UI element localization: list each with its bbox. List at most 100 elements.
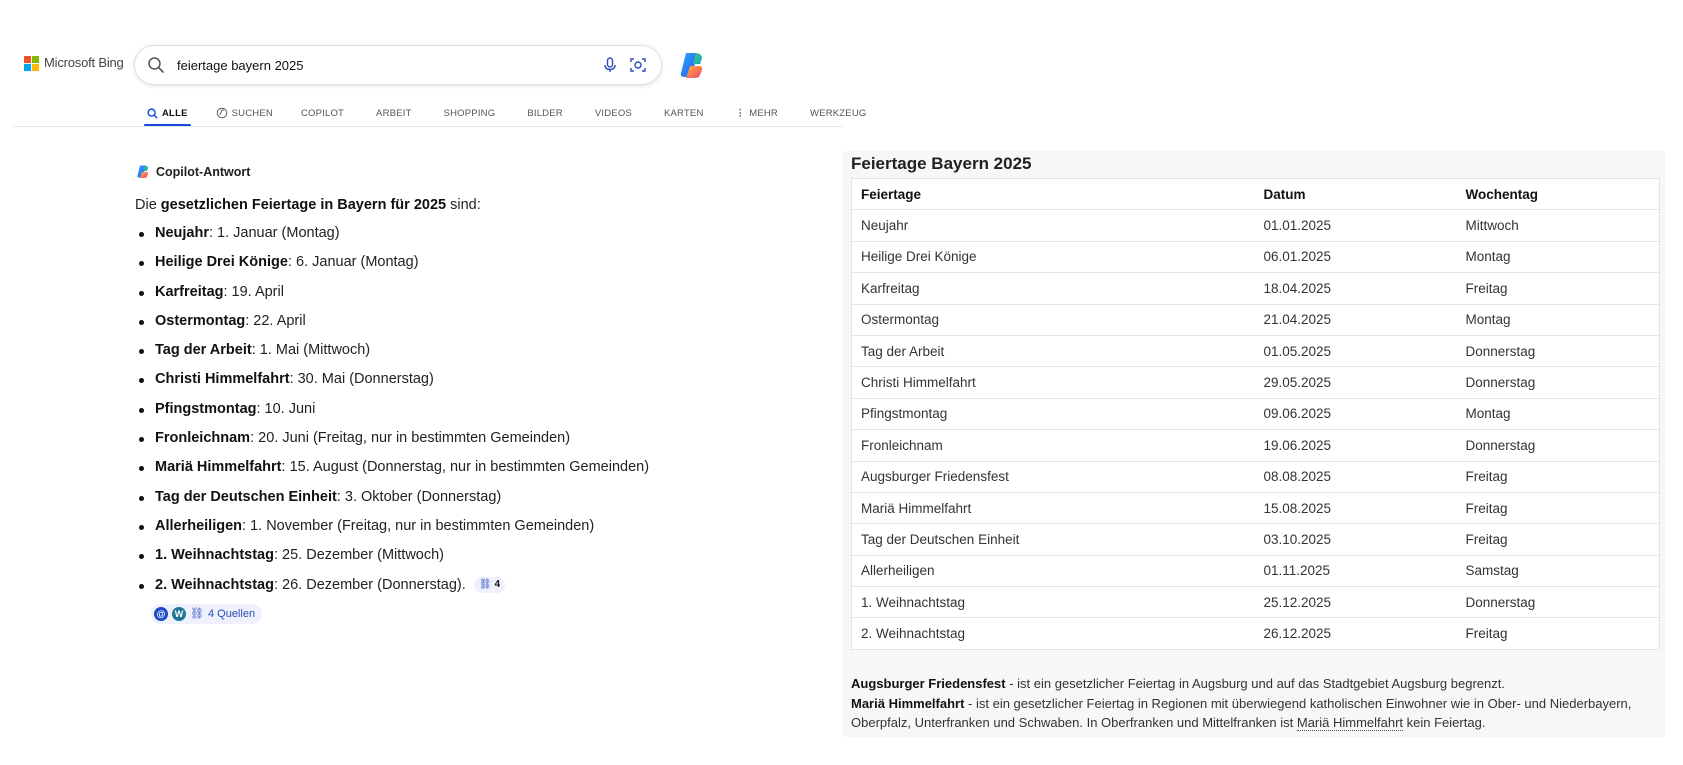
term-link[interactable]: Mariä Himmelfahrt: [1296, 715, 1404, 731]
weekday-cell: Donnerstag: [1456, 586, 1660, 618]
weekday-cell: Freitag: [1456, 617, 1660, 650]
tab-werkzeug[interactable]: WERKZEUG: [807, 100, 870, 126]
table-row: Mariä Himmelfahrt 15.08.2025 Freitag: [851, 491, 1660, 524]
panel-title: Feiertage Bayern 2025: [851, 154, 1032, 173]
column-header: Feiertage: [851, 177, 1255, 210]
search-icon[interactable]: [147, 56, 165, 79]
wordpress-icon: W: [172, 606, 186, 621]
search-box[interactable]: [134, 45, 662, 85]
table-notes: Augsburger Friedensfest - ist ein gesetz…: [851, 674, 1659, 733]
list-item: Allerheiligen: 1. November (Freitag, nur…: [135, 512, 775, 541]
date-cell: 19.06.2025: [1254, 429, 1457, 462]
holiday-name-cell: Tag der Arbeit: [851, 334, 1255, 367]
weekday-cell: Freitag: [1456, 523, 1660, 556]
table-row: Neujahr 01.01.2025 Mittwoch: [851, 209, 1660, 242]
holiday-table: Feiertage Datum Wochentag Neujahr 01.01.2…: [851, 177, 1660, 650]
holiday-name-cell: Heilige Drei Könige: [851, 240, 1255, 273]
tab-copilot[interactable]: COPILOT: [298, 100, 347, 126]
source-favicon-icon: @: [154, 606, 168, 621]
header-divider: [14, 126, 842, 127]
date-cell: 29.05.2025: [1254, 366, 1457, 399]
weekday-cell: Freitag: [1456, 272, 1660, 305]
holiday-name-cell: Karfreitag: [851, 272, 1255, 305]
date-cell: 01.01.2025: [1254, 209, 1457, 242]
table-row: Ostermontag 21.04.2025 Montag: [851, 303, 1660, 336]
tab-karten[interactable]: KARTEN: [661, 100, 707, 126]
table-row: Heilige Drei Könige 06.01.2025 Montag: [851, 240, 1660, 273]
date-cell: 09.06.2025: [1254, 397, 1457, 430]
table-row: Allerheiligen 01.11.2025 Samstag: [851, 554, 1660, 587]
table-row: Christi Himmelfahrt 29.05.2025 Donnerstag: [851, 366, 1660, 399]
tab-mehr[interactable]: ⋮ MEHR: [733, 100, 781, 126]
list-item: Christi Himmelfahrt: 30. Mai (Donnerstag…: [135, 365, 775, 394]
microphone-icon[interactable]: [601, 56, 619, 79]
list-item: Mariä Himmelfahrt: 15. August (Donnersta…: [135, 453, 775, 482]
citation-badge[interactable]: ⛓ 4: [473, 576, 506, 593]
date-cell: 08.08.2025: [1254, 460, 1457, 493]
holiday-list: Neujahr: 1. Januar (Montag) Heilige Drei…: [135, 219, 775, 600]
date-cell: 25.12.2025: [1254, 586, 1457, 618]
list-item: Fronleichnam: 20. Juni (Freitag, nur in …: [135, 424, 775, 453]
tab-alle[interactable]: ALLE: [144, 100, 191, 127]
list-item: Tag der Deutschen Einheit: 3. Oktober (D…: [135, 483, 775, 512]
weekday-cell: Montag: [1456, 303, 1660, 336]
holiday-name-cell: Ostermontag: [851, 303, 1255, 336]
date-cell: 15.08.2025: [1254, 491, 1457, 524]
search-tabs: ALLE SUCHEN COPILOT ARBEIT SHOPPING BILD…: [144, 100, 870, 127]
more-vertical-icon: ⋮: [735, 107, 746, 119]
date-cell: 01.05.2025: [1254, 334, 1457, 367]
tab-videos[interactable]: VIDEOS: [592, 100, 635, 126]
weekday-cell: Donnerstag: [1456, 334, 1660, 367]
tab-shopping[interactable]: SHOPPING: [441, 100, 499, 126]
weekday-cell: Mittwoch: [1456, 209, 1660, 242]
list-item: 2. Weihnachtstag: 26. Dezember (Donnerst…: [135, 571, 775, 600]
weekday-cell: Montag: [1456, 397, 1660, 430]
weekday-cell: Freitag: [1456, 491, 1660, 524]
tab-suchen[interactable]: SUCHEN: [213, 100, 276, 126]
holiday-name-cell: Tag der Deutschen Einheit: [851, 523, 1255, 556]
list-item: 1. Weihnachtstag: 25. Dezember (Mittwoch…: [135, 541, 775, 570]
holiday-name-cell: 2. Weihnachtstag: [851, 617, 1255, 650]
copilot-icon: [137, 165, 149, 178]
logo-text: Microsoft Bing: [44, 55, 124, 70]
date-cell: 21.04.2025: [1254, 303, 1457, 336]
note-himmelfahrt: Mariä Himmelfahrt - ist ein gesetzlicher…: [851, 695, 1632, 731]
search-icon: [147, 107, 158, 119]
holiday-name-cell: Pfingstmontag: [851, 397, 1255, 430]
microsoft-logo-icon: [24, 55, 39, 71]
table-header-row: Feiertage Datum Wochentag: [851, 177, 1660, 210]
answer-heading: Copilot-Antwort: [135, 164, 775, 179]
weekday-cell: Donnerstag: [1456, 429, 1660, 462]
weekday-cell: Montag: [1456, 240, 1660, 273]
link-icon: ⛓: [190, 608, 204, 621]
holiday-name-cell: 1. Weihnachtstag: [851, 586, 1255, 618]
column-header: Wochentag: [1456, 177, 1660, 210]
table-row: Karfreitag 18.04.2025 Freitag: [851, 272, 1660, 305]
table-row: 1. Weihnachtstag 25.12.2025 Donnerstag: [851, 586, 1660, 618]
sources-button[interactable]: @ W ⛓ 4 Quellen: [151, 603, 263, 624]
tab-arbeit[interactable]: ARBEIT: [373, 100, 415, 126]
table-row: Pfingstmontag 09.06.2025 Montag: [851, 397, 1660, 430]
answer-intro: Die gesetzlichen Feiertage in Bayern für…: [135, 197, 481, 213]
list-item: Pfingstmontag: 10. Juni: [135, 395, 775, 424]
tab-bilder[interactable]: BILDER: [524, 100, 566, 126]
date-cell: 03.10.2025: [1254, 523, 1457, 556]
search-input[interactable]: [177, 54, 577, 76]
list-item: Karfreitag: 19. April: [135, 278, 775, 307]
copilot-icon[interactable]: [676, 50, 706, 80]
date-cell: 26.12.2025: [1254, 617, 1457, 650]
bing-logo[interactable]: Microsoft Bing: [24, 55, 124, 71]
table-row: Fronleichnam 19.06.2025 Donnerstag: [851, 429, 1660, 462]
table-row: Tag der Deutschen Einheit 03.10.2025 Freit…: [851, 523, 1660, 556]
link-icon: ⛓: [478, 578, 492, 590]
list-item: Neujahr: 1. Januar (Montag): [135, 219, 775, 248]
date-cell: 18.04.2025: [1254, 272, 1457, 305]
date-cell: 06.01.2025: [1254, 240, 1457, 273]
date-cell: 01.11.2025: [1254, 554, 1457, 587]
weekday-cell: Freitag: [1456, 460, 1660, 493]
visual-search-icon[interactable]: [629, 56, 647, 79]
table-row: Augsburger Friedensfest 08.08.2025 Freitag: [851, 460, 1660, 493]
list-item: Tag der Arbeit: 1. Mai (Mittwoch): [135, 336, 775, 365]
weekday-cell: Donnerstag: [1456, 366, 1660, 399]
weekday-cell: Samstag: [1456, 554, 1660, 587]
